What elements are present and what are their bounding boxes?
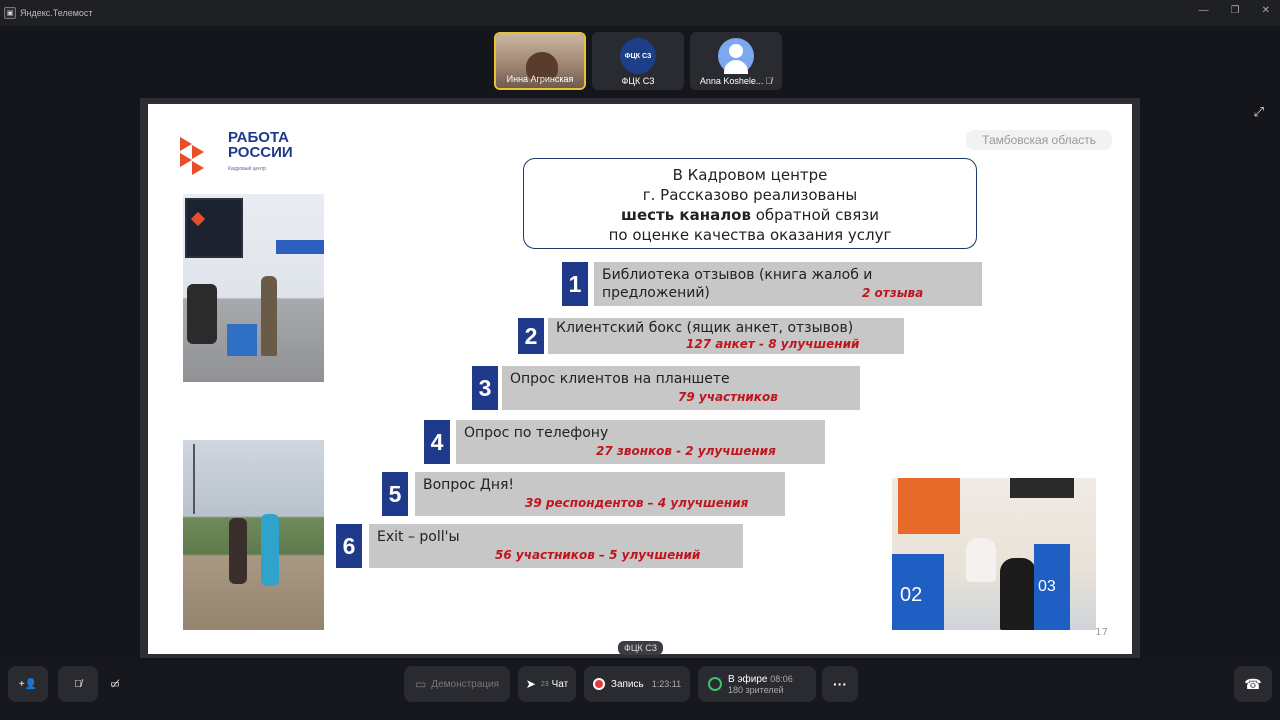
photo-number-03: 03	[1034, 544, 1070, 630]
channel-bar: Опрос по телефону 27 звонков - 2 улучшен…	[456, 420, 825, 464]
participant-name: Инна Агринская	[506, 74, 574, 84]
headline-line-1: В Кадровом центре	[672, 166, 828, 184]
participant-tile-anna[interactable]: Anna Koshele... 🎙̸	[690, 32, 782, 90]
headline-line-4: по оценке качества оказания услуг	[608, 226, 892, 244]
headline-line-2: г. Рассказово реализованы	[642, 186, 858, 204]
more-options-button[interactable]: ···	[822, 666, 858, 702]
participant-tile-inna[interactable]: Инна Агринская	[494, 32, 586, 90]
broadcast-button[interactable]: В эфире 08:06 180 зрителей	[698, 666, 816, 702]
channel-bar: Клиентский бокс (ящик анкет, отзывов) 12…	[548, 318, 904, 354]
channel-number: 2	[518, 318, 544, 354]
record-time: 1:23:11	[651, 679, 682, 689]
office-photo-1	[183, 194, 324, 382]
participant-name-row: Anna Koshele... 🎙̸	[690, 76, 782, 86]
camera-off-icon: ▭̸	[110, 678, 120, 690]
screen-share-icon: ▭	[414, 677, 427, 691]
minimize-icon[interactable]: —	[1199, 5, 1209, 16]
chat-badge: 23	[540, 680, 549, 688]
record-label: Запись	[610, 678, 644, 690]
user-avatar-icon	[718, 38, 754, 74]
park-photo	[183, 440, 324, 630]
channel-bar: Библиотека отзывов (книга жалоб и предло…	[594, 262, 982, 306]
logo-line-2: РОССИИ	[228, 144, 293, 161]
more-icon: ···	[833, 676, 847, 692]
add-participant-button[interactable]: +👤	[8, 666, 48, 702]
photo-number-02: 02	[892, 554, 944, 630]
office-photo-2: 02 03	[892, 478, 1096, 630]
screen-share-label: Демонстрация	[431, 678, 500, 690]
logo-line-1: РАБОТА	[228, 129, 290, 146]
window-controls: — ❐ ✕	[1199, 5, 1270, 16]
rabota-rossii-logo: РАБОТА РОССИИ Кадровый центр	[180, 130, 293, 177]
logo-subtitle: Кадровый центр	[228, 166, 267, 172]
channel-stat: 127 анкет - 8 улучшений	[686, 337, 860, 351]
control-bar: +👤 🎙̸ ▭̸ ▭ Демонстрация ➤ 23 Чат Запись 1:23…	[0, 662, 1280, 720]
channel-label: Клиентский бокс (ящик анкет, отзывов)	[556, 320, 854, 336]
channel-bar: Вопрос Дня! 39 респондентов – 4 улучшени…	[415, 472, 785, 516]
presentation-slide: РАБОТА РОССИИ Кадровый центр Тамбовская …	[148, 104, 1132, 654]
screen-share-button[interactable]: ▭ Демонстрация	[404, 666, 510, 702]
camera-toggle-button[interactable]: ▭̸	[98, 666, 132, 702]
chat-button[interactable]: ➤ 23 Чат	[518, 666, 576, 702]
window-title: Яндекс.Телемост	[20, 8, 93, 18]
channel-stat: 2 отзыва	[862, 286, 924, 300]
broadcast-info: В эфире 08:06 180 зрителей	[728, 674, 793, 695]
headline-line-3: шесть каналов обратной связи	[524, 205, 976, 225]
logo-text: РАБОТА РОССИИ Кадровый центр	[228, 130, 293, 177]
channel-stat: 79 участников	[678, 390, 778, 404]
mic-off-icon: 🎙̸	[74, 678, 82, 690]
mic-off-icon: 🎙̸	[765, 76, 773, 86]
participant-avatar: ФЦК СЗ	[620, 38, 656, 74]
broadcast-time: 08:06	[770, 673, 793, 684]
channel-label: Exit – poll'ы	[377, 529, 460, 545]
channel-number: 3	[472, 366, 498, 410]
channel-label: Опрос клиентов на планшете	[510, 371, 730, 387]
channel-stat: 56 участников – 5 улучшений	[495, 548, 701, 562]
telemost-icon: ▣	[4, 7, 16, 19]
slide-number: 17	[1095, 627, 1108, 638]
channel-number: 1	[562, 262, 588, 306]
viewer-count: 180 зрителей	[728, 684, 784, 695]
screen-share-frame: РАБОТА РОССИИ Кадровый центр Тамбовская …	[140, 98, 1140, 658]
window-titlebar: ▣ Яндекс.Телемост — ❐ ✕	[0, 0, 1280, 26]
channel-label: Библиотека отзывов (книга жалоб и предло…	[602, 267, 873, 301]
participant-name: Anna Koshele...	[699, 76, 764, 86]
broadcast-icon	[708, 677, 722, 691]
channel-number: 6	[336, 524, 362, 568]
participant-name: ФЦК СЗ	[621, 76, 655, 86]
participants-strip: Инна Агринская ФЦК СЗ ФЦК СЗ Anna Koshel…	[494, 32, 782, 90]
channel-stat: 27 звонков - 2 улучшения	[596, 444, 776, 458]
mic-toggle-button[interactable]: 🎙̸	[58, 666, 98, 702]
add-user-icon: +👤	[18, 678, 38, 690]
headline-line-3-rest: обратной связи	[750, 206, 879, 224]
presenter-tag: ФЦК СЗ	[618, 641, 664, 655]
region-label: Тамбовская область	[966, 130, 1112, 150]
fullscreen-icon[interactable]: ⤢	[1254, 104, 1264, 120]
channel-bar: Exit – poll'ы 56 участников – 5 улучшени…	[369, 524, 743, 568]
record-icon	[592, 678, 605, 690]
logo-mark-icon	[180, 133, 222, 175]
channel-number: 4	[424, 420, 450, 464]
channel-bar: Опрос клиентов на планшете 79 участников	[502, 366, 860, 410]
channel-stat: 39 респондентов – 4 улучшения	[525, 496, 749, 510]
record-button[interactable]: Запись 1:23:11	[584, 666, 690, 702]
chat-icon: ➤	[525, 677, 536, 691]
chat-label: Чат	[551, 678, 569, 690]
broadcast-label: В эфире	[728, 673, 768, 685]
headline-bold: шесть каналов	[621, 206, 751, 224]
headline-box: В Кадровом центре г. Рассказово реализов…	[523, 158, 977, 249]
restore-icon[interactable]: ❐	[1231, 5, 1240, 16]
channel-number: 5	[382, 472, 408, 516]
channel-label: Вопрос Дня!	[423, 477, 515, 493]
hang-up-button[interactable]: ☎	[1234, 666, 1272, 702]
channel-label: Опрос по телефону	[464, 425, 609, 441]
participant-tile-fck[interactable]: ФЦК СЗ ФЦК СЗ	[592, 32, 684, 90]
close-icon[interactable]: ✕	[1262, 5, 1270, 16]
hang-up-icon: ☎	[1244, 675, 1262, 692]
